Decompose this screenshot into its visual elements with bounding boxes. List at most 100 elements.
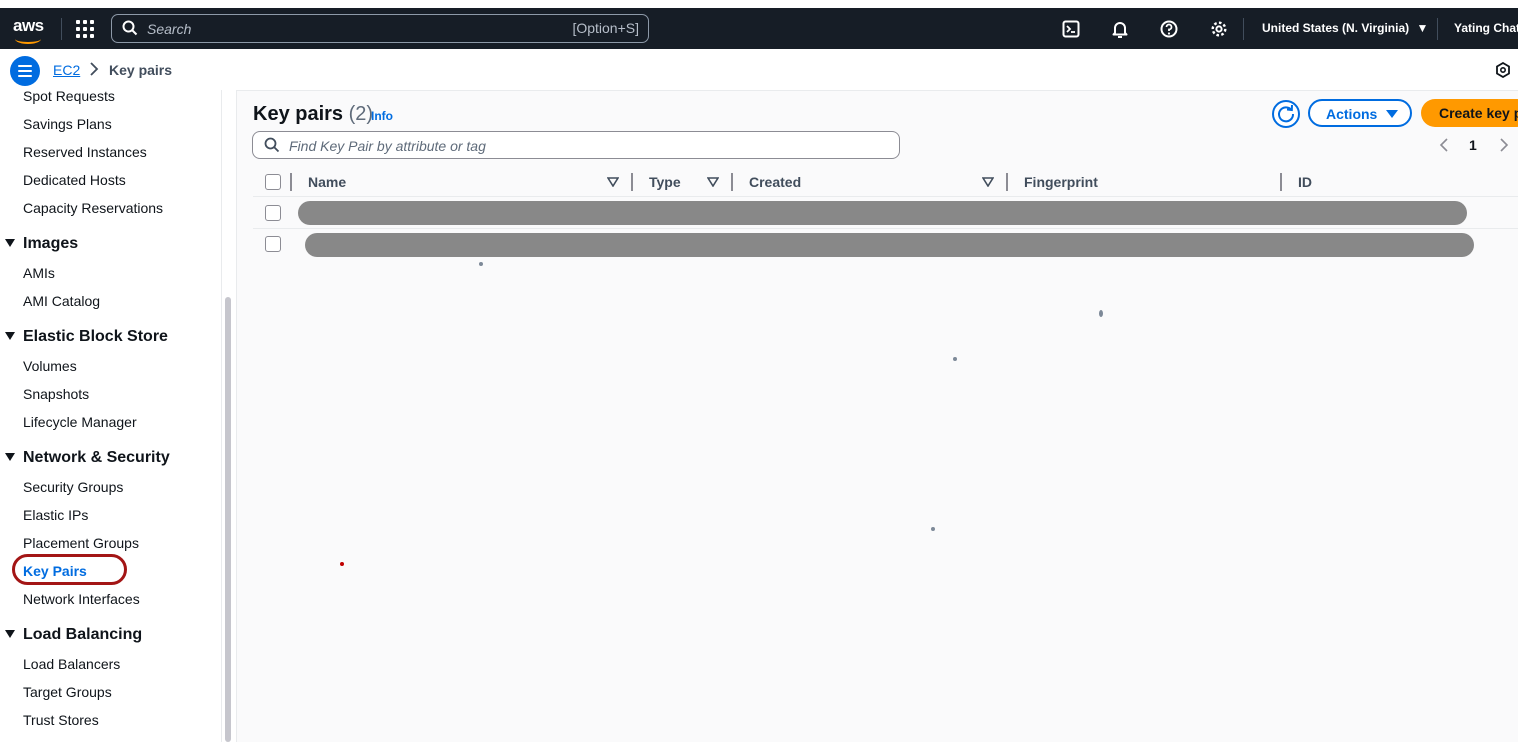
- topbar-divider: [61, 18, 62, 40]
- actions-label: Actions: [1326, 106, 1378, 122]
- sidebar-item-security-groups[interactable]: Security Groups: [23, 479, 123, 495]
- chevron-right-icon[interactable]: [1497, 138, 1509, 152]
- breadcrumb-current: Key pairs: [109, 62, 173, 78]
- cloudshell-icon[interactable]: [1062, 20, 1080, 38]
- sidebar-item-placement-groups[interactable]: Placement Groups: [23, 535, 139, 551]
- side-navigation: Spot Requests Savings Plans Reserved Ins…: [0, 90, 222, 742]
- aws-logo[interactable]: aws: [12, 16, 46, 44]
- search-shortcut: [Option+S]: [572, 20, 639, 36]
- topbar-divider: [1243, 18, 1244, 40]
- table-row-divider: [253, 228, 1518, 229]
- sidebar-section-title: Network & Security: [23, 449, 170, 466]
- redacted-row-content[interactable]: [298, 201, 1467, 225]
- stray-dot: [1099, 310, 1103, 317]
- sort-icon[interactable]: [607, 177, 619, 187]
- chevron-left-icon[interactable]: [1439, 138, 1451, 152]
- sidebar-item-load-balancers[interactable]: Load Balancers: [23, 656, 120, 672]
- actions-dropdown-button[interactable]: Actions: [1308, 99, 1412, 127]
- sort-icon[interactable]: [982, 177, 994, 187]
- caret-down-icon: [5, 331, 15, 340]
- services-grid-icon[interactable]: [76, 20, 94, 38]
- refresh-icon: [1278, 104, 1295, 123]
- sidebar-item-spot-requests[interactable]: Spot Requests: [23, 90, 115, 104]
- sidebar-item-dedicated-hosts[interactable]: Dedicated Hosts: [23, 172, 126, 188]
- sort-icon[interactable]: [707, 177, 719, 187]
- create-key-pair-label: Create key pair: [1439, 105, 1518, 121]
- page-title: Key pairs (2): [253, 103, 373, 126]
- column-header-created[interactable]: Created: [749, 174, 801, 190]
- sidebar-item-network-interfaces[interactable]: Network Interfaces: [23, 591, 140, 607]
- item-count: (2): [348, 103, 374, 125]
- side-navigation-toggle[interactable]: [10, 56, 40, 86]
- stray-dot: [931, 527, 935, 531]
- sidebar-item-trust-stores[interactable]: Trust Stores: [23, 712, 99, 728]
- caret-down-icon: [5, 629, 15, 638]
- sidebar-section-title: Images: [23, 235, 79, 252]
- stray-dot: [479, 262, 483, 266]
- column-header-id[interactable]: ID: [1298, 174, 1312, 190]
- search-icon: [264, 137, 280, 153]
- unified-settings-icon[interactable]: [1495, 62, 1511, 78]
- sidebar-scrollbar[interactable]: [222, 90, 237, 742]
- row-checkbox[interactable]: [265, 236, 281, 252]
- account-name: Yating Chat: [1454, 21, 1518, 35]
- pagination-current-page[interactable]: 1: [1469, 137, 1477, 153]
- sidebar-item-reserved-instances[interactable]: Reserved Instances: [23, 144, 147, 160]
- caret-down-icon: [5, 238, 15, 247]
- sidebar-item-elastic-ips[interactable]: Elastic IPs: [23, 507, 88, 523]
- filter-placeholder: Find Key Pair by attribute or tag: [289, 138, 486, 154]
- key-pair-filter-input[interactable]: Find Key Pair by attribute or tag: [252, 131, 900, 159]
- breadcrumb-ec2-link[interactable]: EC2: [53, 62, 80, 78]
- sidebar-item-savings-plans[interactable]: Savings Plans: [23, 116, 112, 132]
- bell-icon[interactable]: [1111, 20, 1129, 38]
- help-icon[interactable]: [1160, 20, 1178, 38]
- refresh-button[interactable]: [1272, 100, 1300, 128]
- sidebar-section-elastic-block-store[interactable]: Elastic Block Store: [5, 328, 168, 346]
- caret-down-icon: [1386, 110, 1398, 118]
- global-search-input[interactable]: Search [Option+S]: [111, 14, 649, 43]
- row-checkbox[interactable]: [265, 205, 281, 221]
- account-menu[interactable]: Yating Chat: [1454, 21, 1518, 35]
- sidebar-section-title: Load Balancing: [23, 626, 143, 643]
- column-divider[interactable]: [631, 173, 633, 191]
- sidebar-section-load-balancing[interactable]: Load Balancing: [5, 626, 142, 644]
- stray-dot: [953, 357, 957, 361]
- sidebar-section-title: Elastic Block Store: [23, 328, 168, 345]
- info-link[interactable]: Info: [371, 109, 393, 123]
- sidebar-section-images[interactable]: Images: [5, 235, 78, 253]
- gear-icon[interactable]: [1210, 20, 1228, 38]
- scrollbar-thumb[interactable]: [225, 297, 231, 742]
- select-all-checkbox[interactable]: [265, 174, 281, 190]
- column-divider[interactable]: [731, 173, 733, 191]
- caret-down-icon: ▼: [1416, 21, 1429, 35]
- column-header-type[interactable]: Type: [649, 174, 681, 190]
- column-header-fingerprint[interactable]: Fingerprint: [1024, 174, 1098, 190]
- create-key-pair-button[interactable]: Create key pair: [1421, 99, 1518, 127]
- caret-down-icon: [5, 452, 15, 461]
- page-title-text: Key pairs: [253, 103, 344, 125]
- redacted-row-content[interactable]: [305, 233, 1474, 257]
- sidebar-item-amis[interactable]: AMIs: [23, 265, 55, 281]
- aws-smile-icon: [15, 34, 41, 44]
- region-label: United States (N. Virginia): [1262, 21, 1410, 35]
- column-header-name[interactable]: Name: [308, 174, 346, 190]
- top-navigation-bar: aws Search [Option+S] United States (N. …: [0, 8, 1518, 49]
- sidebar-item-capacity-reservations[interactable]: Capacity Reservations: [23, 200, 163, 216]
- sidebar-section-network-security[interactable]: Network & Security: [5, 449, 170, 467]
- sidebar-item-snapshots[interactable]: Snapshots: [23, 386, 89, 402]
- column-divider[interactable]: [1280, 173, 1282, 191]
- key-pairs-panel: Key pairs (2) Info Actions Create key pa…: [237, 91, 1518, 742]
- top-margin: [0, 0, 1518, 8]
- sidebar-item-target-groups[interactable]: Target Groups: [23, 684, 112, 700]
- column-divider: [290, 173, 292, 191]
- sidebar-item-lifecycle-manager[interactable]: Lifecycle Manager: [23, 414, 137, 430]
- column-divider[interactable]: [1006, 173, 1008, 191]
- chevron-right-icon: [90, 62, 99, 76]
- breadcrumb-bar: EC2 Key pairs: [0, 49, 1518, 91]
- highlight-annotation-circle: [12, 554, 127, 585]
- sidebar-item-volumes[interactable]: Volumes: [23, 358, 77, 374]
- cursor-dot: [340, 562, 344, 566]
- search-icon: [122, 20, 138, 36]
- region-selector[interactable]: United States (N. Virginia) ▼: [1262, 21, 1428, 35]
- sidebar-item-ami-catalog[interactable]: AMI Catalog: [23, 293, 100, 309]
